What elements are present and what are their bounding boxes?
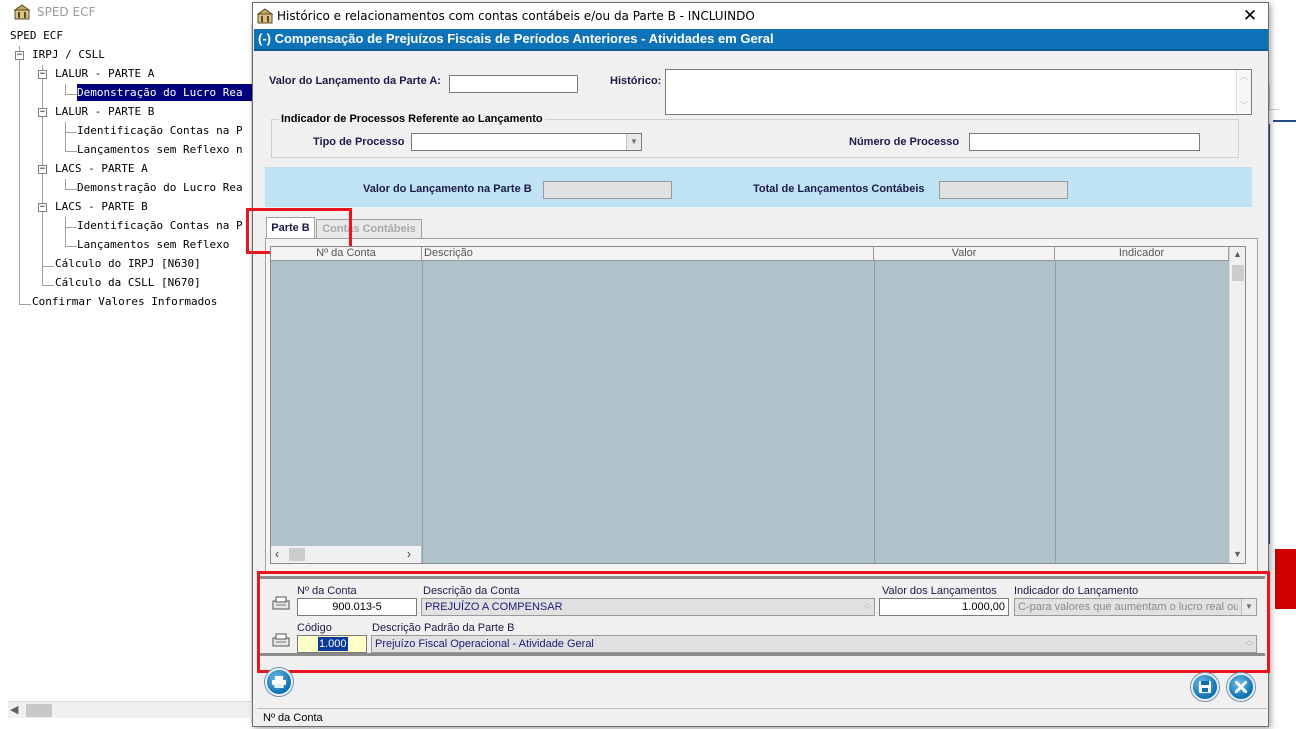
tree-connector: [65, 151, 77, 152]
tree-collapse-toggle[interactable]: −: [38, 108, 47, 117]
scroll-right-icon[interactable]: ›: [407, 547, 411, 561]
tree-connector: [19, 46, 20, 304]
background-window-fragment: [1275, 549, 1296, 609]
main-app-title: SPED ECF: [37, 5, 96, 19]
background-window-fragment: [1269, 124, 1270, 544]
grid-header: Nº da Conta Descrição Valor Indicador: [271, 247, 1229, 261]
tree-connector: [65, 94, 77, 95]
tree-connector: [65, 227, 77, 228]
tree-connector: [65, 189, 77, 190]
scroll-up-icon[interactable]: ︿: [1240, 71, 1248, 82]
tree-item-lacs-parte-b[interactable]: LACS - PARTE B: [55, 198, 148, 215]
dialog-title: Histórico e relacionamentos com contas c…: [277, 9, 755, 23]
tree-item-lancamentos-lalur[interactable]: Lançamentos sem Reflexo n: [77, 141, 243, 158]
tree-connector: [65, 179, 66, 189]
scroll-thumb[interactable]: [289, 548, 305, 561]
tree-connector: [65, 122, 66, 152]
grid-header-indicador[interactable]: Indicador: [1055, 247, 1229, 261]
tree-connector: [65, 132, 77, 133]
scroll-down-icon[interactable]: ﹀: [1240, 100, 1248, 111]
tipo-processo-label: Tipo de Processo: [313, 136, 405, 148]
tree-connector: [65, 246, 77, 247]
printer-icon: [272, 676, 286, 688]
processos-group-title: Indicador de Processos Referente ao Lanç…: [279, 113, 545, 125]
tree-item-lalur-parte-b[interactable]: LALUR - PARTE B: [55, 103, 154, 120]
tree-collapse-toggle[interactable]: −: [15, 51, 24, 60]
total-lancamentos-field: [939, 181, 1068, 199]
scroll-thumb[interactable]: [26, 704, 52, 717]
valor-lancamento-input[interactable]: [449, 75, 578, 93]
grid-vertical-scrollbar[interactable]: ▲ ▼: [1229, 247, 1245, 563]
chevron-down-icon[interactable]: ▼: [626, 134, 641, 150]
app-logo-icon: [257, 8, 273, 24]
statusbar: Nº da Conta: [257, 708, 1267, 726]
save-icon: [1199, 681, 1211, 693]
historico-label: Histórico:: [610, 75, 662, 87]
tree-connector: [42, 65, 43, 285]
tree-collapse-toggle[interactable]: −: [38, 203, 47, 212]
total-lancamentos-label: Total de Lançamentos Contábeis: [753, 183, 925, 195]
grid-header-descricao[interactable]: Descrição: [422, 247, 874, 261]
tree-connector: [65, 217, 66, 247]
scroll-left-icon[interactable]: ‹: [275, 547, 279, 561]
grid-column-divider: [874, 261, 875, 563]
tree-item-demonstracao-lacs[interactable]: Demonstração do Lucro Rea: [77, 179, 243, 196]
statusbar-text: Nº da Conta: [263, 712, 323, 724]
numero-processo-input[interactable]: [969, 133, 1200, 151]
scroll-left-icon[interactable]: ◀: [10, 703, 18, 716]
app-logo-icon: [14, 4, 30, 20]
tree-item-sped-ecf[interactable]: SPED ECF: [10, 27, 63, 44]
parte-b-grid[interactable]: Nº da Conta Descrição Valor Indicador ▲ …: [270, 246, 1246, 564]
tree-connector: [65, 84, 66, 94]
print-button[interactable]: [265, 668, 293, 696]
tree-item-identificacao-lalur[interactable]: Identificação Contas na P: [77, 122, 243, 139]
tree-collapse-toggle[interactable]: −: [38, 70, 47, 79]
scroll-up-icon[interactable]: ▲: [1233, 249, 1242, 259]
numero-processo-label: Número de Processo: [849, 136, 960, 148]
save-button[interactable]: [1191, 673, 1219, 701]
valor-lancamento-label: Valor do Lançamento da Parte A:: [269, 75, 441, 87]
dialog-header: (-) Compensação de Prejuízos Fiscais de …: [254, 29, 1268, 51]
valor-parte-b-label: Valor do Lançamento na Parte B: [363, 183, 532, 195]
tree-item-confirmar-valores[interactable]: Confirmar Valores Informados: [32, 293, 217, 310]
background-window-fragment: [1269, 84, 1279, 110]
dialog-titlebar: Histórico e relacionamentos com contas c…: [253, 3, 1268, 29]
grid-column-divider: [422, 261, 423, 563]
background-window-fragment: [1273, 120, 1296, 122]
tree-horizontal-scrollbar[interactable]: ◀: [8, 701, 252, 718]
tree-item-lalur-parte-a[interactable]: LALUR - PARTE A: [55, 65, 154, 82]
scroll-thumb[interactable]: [1232, 265, 1244, 281]
tree-collapse-toggle[interactable]: −: [38, 165, 47, 174]
historico-dialog: Histórico e relacionamentos com contas c…: [246, 2, 1270, 727]
tree-connector: [19, 304, 31, 305]
historico-textarea[interactable]: ︿ ﹀: [665, 69, 1252, 115]
scroll-down-icon[interactable]: ▼: [1233, 549, 1242, 559]
detail-highlight-annotation: [257, 571, 1270, 673]
tree-connector: [42, 285, 54, 286]
navigation-tree: − − − − − SPED ECF IRPJ / CSLL LALUR - P…: [8, 24, 252, 723]
tree-item-calculo-csll[interactable]: Cálculo da CSLL [N670]: [55, 274, 201, 291]
historico-scrollbar[interactable]: ︿ ﹀: [1236, 70, 1251, 114]
valor-parte-b-field: [543, 181, 672, 199]
tipo-processo-select[interactable]: ▼: [411, 133, 642, 151]
tree-item-lacs-parte-a[interactable]: LACS - PARTE A: [55, 160, 148, 177]
background-window-edge: [1269, 24, 1296, 729]
tree-item-demonstracao-lalur[interactable]: Demonstração do Lucro Rea: [77, 84, 252, 101]
tree-item-irpj-csll[interactable]: IRPJ / CSLL: [32, 46, 105, 63]
cancel-button[interactable]: [1227, 673, 1255, 701]
close-icon[interactable]: ✕: [1239, 5, 1261, 27]
close-icon: [1235, 681, 1247, 693]
grid-column-divider: [1055, 261, 1056, 563]
screen: SPED ECF − − − − − SPED ECF IRPJ / CSLL …: [0, 0, 1296, 729]
tree-item-calculo-irpj[interactable]: Cálculo do IRPJ [N630]: [55, 255, 201, 272]
tree-connector: [42, 266, 54, 267]
grid-horizontal-scrollbar[interactable]: ‹ ›: [271, 546, 421, 563]
grid-header-valor[interactable]: Valor: [874, 247, 1055, 261]
grid-header-conta[interactable]: Nº da Conta: [271, 247, 422, 261]
tree-item-lancamentos-lacs[interactable]: Lançamentos sem Reflexo: [77, 236, 229, 253]
totais-band: Valor do Lançamento na Parte B Total de …: [265, 167, 1252, 207]
tree-item-identificacao-lacs[interactable]: Identificação Contas na P: [77, 217, 243, 234]
